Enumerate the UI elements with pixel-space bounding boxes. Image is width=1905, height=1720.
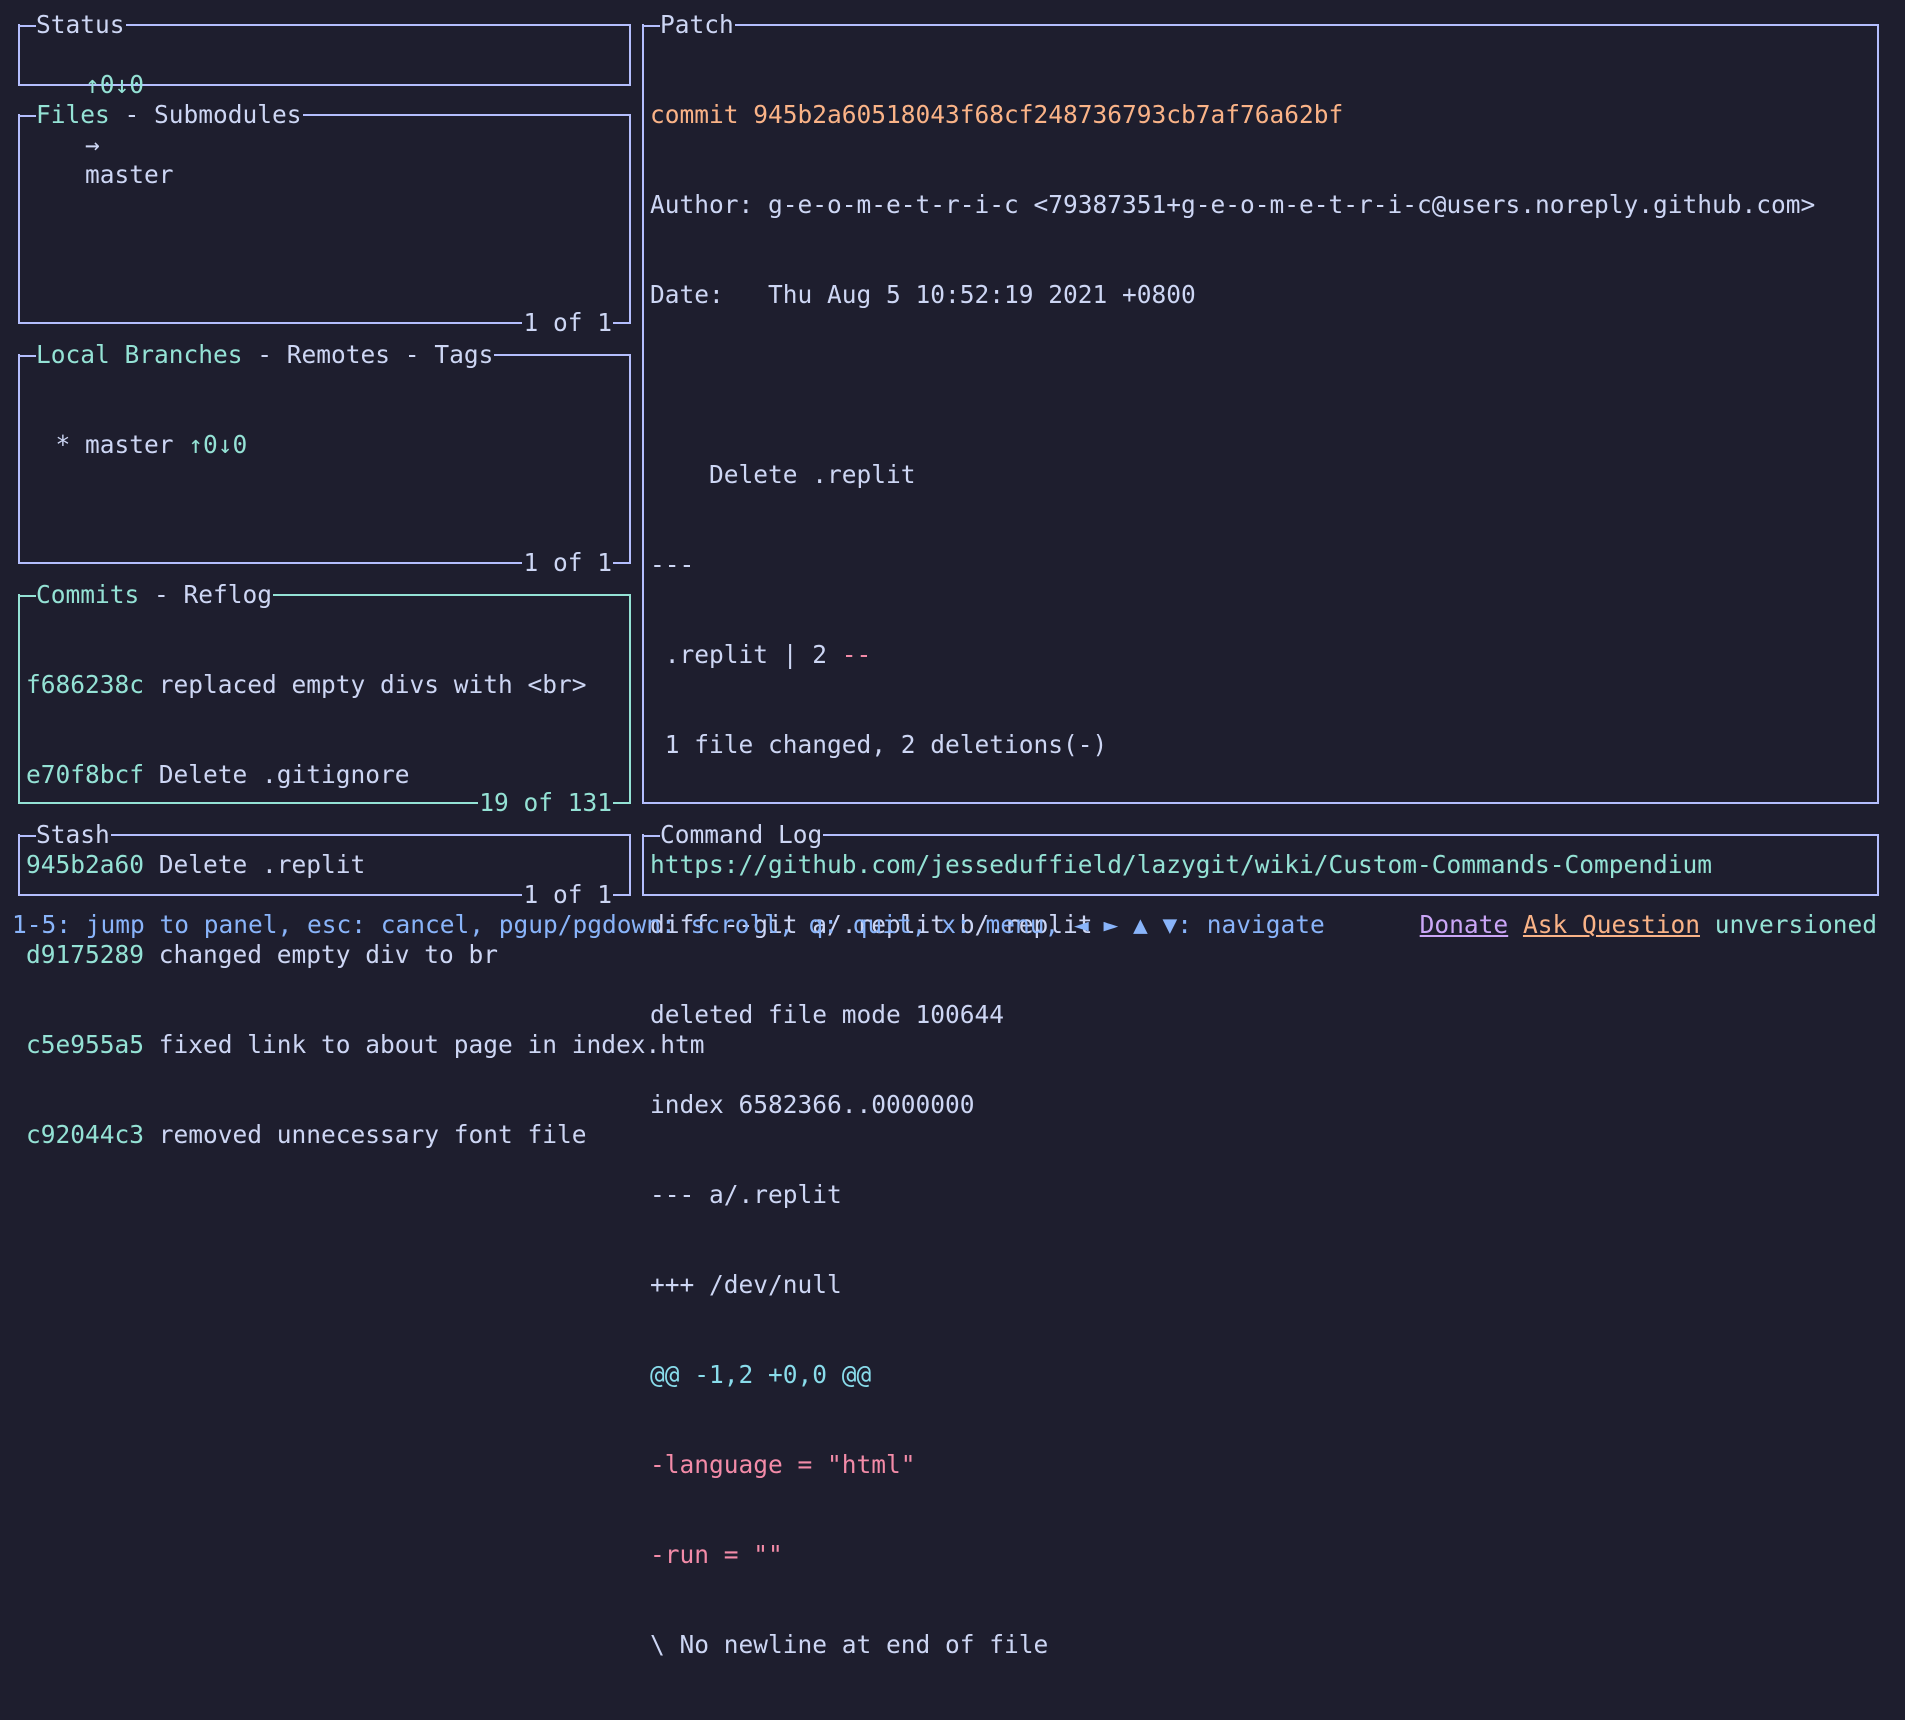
commit-hash: f686238c [26, 670, 145, 699]
commit-hash: e70f8bcf [26, 760, 145, 789]
table-row[interactable]: c92044c3 removed unnecessary font file [26, 1120, 625, 1150]
title-separator: - [242, 340, 287, 369]
minus-file-line: --- a/.replit [650, 1180, 842, 1209]
tab-local-branches[interactable]: Local Branches [36, 340, 243, 369]
stat-file: .replit | 2 [650, 640, 842, 669]
commits-footer: 19 of 131 [478, 788, 613, 818]
version-label: unversioned [1714, 910, 1877, 939]
command-log-panel[interactable]: Command Log https://github.com/jesseduff… [642, 820, 1879, 896]
commit-line: commit 945b2a60518043f68cf248736793cb7af… [650, 100, 1344, 129]
title-separator: - [109, 100, 155, 129]
table-row[interactable]: d9175289 changed empty div to br [26, 940, 625, 970]
branches-panel[interactable]: Local Branches - Remotes - Tags * master… [18, 340, 631, 578]
table-row[interactable]: e70f8bcf Delete .gitignore [26, 760, 625, 790]
status-arrows: ↑0↓0 [85, 70, 145, 99]
list-item[interactable]: * master ↑0↓0 [26, 430, 625, 460]
title-separator: - [390, 340, 435, 369]
commits-panel[interactable]: Commits - Reflog f686238c replaced empty… [18, 580, 705, 1149]
tab-remotes[interactable]: Remotes [287, 340, 390, 369]
patch-panel[interactable]: Patch commit 945b2a60518043f68cf24873679… [642, 10, 1879, 1659]
table-row[interactable]: f686238c replaced empty divs with <br> [26, 670, 625, 700]
plus-file-line: +++ /dev/null [650, 1270, 842, 1299]
status-panel[interactable]: Status ↑0↓0 fass → master [18, 10, 631, 189]
branch-arrows: ↑0↓0 [188, 430, 248, 459]
keybinding-hints: 1-5: jump to panel, esc: cancel, pgup/pg… [12, 910, 1325, 939]
commit-message: replaced empty divs with <br> [158, 670, 587, 699]
stat-bars: -- [841, 640, 872, 669]
commits-panel-title: Commits - Reflog [20, 580, 274, 610]
stash-panel-title: Stash [20, 820, 111, 850]
ask-question-link[interactable]: Ask Question [1523, 910, 1700, 939]
separator-line: --- [650, 550, 695, 579]
commit-message: Delete .gitignore [158, 760, 410, 789]
branches-panel-title: Local Branches - Remotes - Tags [20, 340, 495, 370]
tab-submodules[interactable]: Submodules [154, 100, 302, 129]
message-line: Delete .replit [650, 460, 916, 489]
commit-hash: c92044c3 [26, 1120, 145, 1149]
branch-name: master [85, 430, 174, 459]
author-line: Author: g-e-o-m-e-t-r-i-c <79387351+g-e-… [650, 190, 1816, 219]
table-row[interactable]: c5e955a5 fixed link to about page in ind… [26, 1030, 705, 1060]
no-newline-line: \ No newline at end of file [650, 1630, 1049, 1659]
commit-message: removed unnecessary font file [158, 1120, 587, 1149]
commit-message: changed empty div to br [158, 940, 499, 969]
tab-tags[interactable]: Tags [434, 340, 493, 369]
commit-hash: c5e955a5 [26, 1030, 145, 1059]
bottom-links: Donate Ask Question unversioned [1420, 910, 1877, 940]
files-panel[interactable]: Files - Submodules 1 of 1 [18, 100, 631, 338]
tab-reflog[interactable]: Reflog [184, 580, 273, 609]
stat-line: .replit | 2 -- [650, 640, 1873, 670]
stash-panel[interactable]: Stash 1 of 1 [18, 820, 631, 910]
title-separator: - [139, 580, 184, 609]
files-panel-title: Files - Submodules [20, 100, 303, 130]
index-line: index 6582366..0000000 [650, 1090, 975, 1119]
tab-files[interactable]: Files [36, 100, 110, 129]
files-footer: 1 of 1 [522, 308, 613, 338]
date-line: Date: Thu Aug 5 10:52:19 2021 +0800 [650, 280, 1196, 309]
stash-footer: 1 of 1 [522, 880, 613, 910]
deleted-line: -language = "html" [650, 1450, 916, 1479]
branch-list: * master ↑0↓0 [26, 370, 625, 520]
tab-commits[interactable]: Commits [36, 580, 139, 609]
command-log-url[interactable]: https://github.com/jesseduffield/lazygit… [650, 850, 1873, 880]
deleted-line: -run = "" [650, 1540, 783, 1569]
status-panel-title: Status [20, 10, 126, 40]
hunk-header: @@ -1,2 +0,0 @@ [650, 1360, 872, 1389]
donate-link[interactable]: Donate [1420, 910, 1509, 939]
options-bar: 1-5: jump to panel, esc: cancel, pgup/pg… [12, 910, 1877, 940]
branches-footer: 1 of 1 [522, 548, 613, 578]
commit-message: fixed link to about page in index.htm [158, 1030, 705, 1059]
command-log-title: Command Log [644, 820, 824, 850]
branch-marker: * [26, 430, 86, 459]
patch-panel-title: Patch [644, 10, 735, 40]
deleted-mode-line: deleted file mode 100644 [650, 1000, 1005, 1029]
stat-summary: 1 file changed, 2 deletions(-) [650, 730, 1108, 759]
commit-hash: d9175289 [26, 940, 145, 969]
